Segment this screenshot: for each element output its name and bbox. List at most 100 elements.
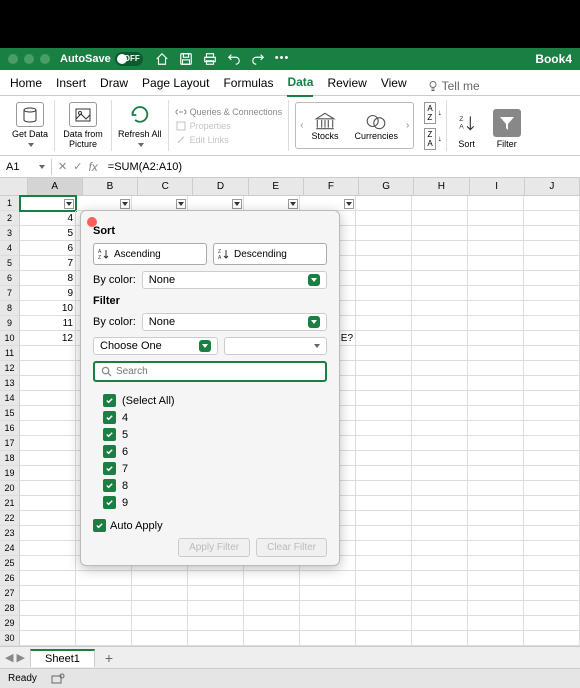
- cell[interactable]: [524, 556, 580, 571]
- cell[interactable]: [244, 571, 300, 586]
- cell[interactable]: [468, 391, 524, 406]
- cell[interactable]: [300, 571, 356, 586]
- confirm-icon[interactable]: ✓: [73, 160, 82, 173]
- row-header[interactable]: 3: [0, 226, 20, 241]
- cell[interactable]: [356, 526, 412, 541]
- row-header[interactable]: 5: [0, 256, 20, 271]
- filter-item[interactable]: 6: [103, 443, 327, 460]
- cell[interactable]: [356, 541, 412, 556]
- filter-item[interactable]: 8: [103, 477, 327, 494]
- cell[interactable]: [468, 526, 524, 541]
- cell[interactable]: [76, 631, 132, 646]
- cell[interactable]: [524, 226, 580, 241]
- cell[interactable]: [468, 541, 524, 556]
- cell[interactable]: [412, 211, 468, 226]
- sort-descending-button[interactable]: ZA Descending: [213, 243, 327, 265]
- cell[interactable]: [356, 391, 412, 406]
- get-data-button[interactable]: Get Data: [6, 100, 55, 151]
- more-icon[interactable]: •••: [275, 52, 290, 66]
- cell[interactable]: [20, 406, 76, 421]
- cell[interactable]: 7: [20, 256, 76, 271]
- cell[interactable]: [524, 316, 580, 331]
- record-macro-icon[interactable]: [51, 673, 65, 685]
- cell[interactable]: [76, 196, 132, 211]
- cell[interactable]: [412, 361, 468, 376]
- sort-color-select[interactable]: None: [142, 271, 327, 289]
- tab-data[interactable]: Data: [287, 75, 313, 97]
- cell[interactable]: [300, 601, 356, 616]
- cell[interactable]: [524, 346, 580, 361]
- row-header[interactable]: 2: [0, 211, 20, 226]
- cell[interactable]: [412, 586, 468, 601]
- home-icon[interactable]: [155, 52, 169, 66]
- cell[interactable]: [412, 511, 468, 526]
- cell[interactable]: [412, 286, 468, 301]
- col-header-a[interactable]: A: [28, 178, 83, 195]
- cell[interactable]: [244, 616, 300, 631]
- apply-filter-button[interactable]: Apply Filter: [178, 538, 250, 557]
- cell[interactable]: [356, 316, 412, 331]
- cell[interactable]: [20, 196, 76, 211]
- cell[interactable]: [468, 346, 524, 361]
- cell[interactable]: [412, 616, 468, 631]
- cell[interactable]: [20, 526, 76, 541]
- cell[interactable]: [356, 466, 412, 481]
- cell[interactable]: [524, 511, 580, 526]
- row-header[interactable]: 13: [0, 376, 20, 391]
- tab-home[interactable]: Home: [10, 76, 42, 96]
- properties-button[interactable]: Properties: [175, 120, 283, 132]
- cell[interactable]: [132, 601, 188, 616]
- window-controls[interactable]: [8, 54, 50, 64]
- cell[interactable]: [356, 601, 412, 616]
- cell[interactable]: [76, 571, 132, 586]
- row-header[interactable]: 14: [0, 391, 20, 406]
- cell[interactable]: [356, 271, 412, 286]
- cell[interactable]: [356, 331, 412, 346]
- cell[interactable]: [132, 586, 188, 601]
- cell[interactable]: [356, 346, 412, 361]
- cell[interactable]: [524, 601, 580, 616]
- cell[interactable]: [20, 361, 76, 376]
- cell[interactable]: [524, 586, 580, 601]
- col-header-e[interactable]: E: [249, 178, 304, 195]
- row-header[interactable]: 23: [0, 526, 20, 541]
- cell[interactable]: [356, 481, 412, 496]
- sheet-tab-1[interactable]: Sheet1: [30, 649, 95, 667]
- cell[interactable]: [244, 196, 300, 211]
- cell[interactable]: [188, 196, 244, 211]
- cell[interactable]: [20, 496, 76, 511]
- cell[interactable]: [188, 601, 244, 616]
- row-header[interactable]: 18: [0, 451, 20, 466]
- row-header[interactable]: 8: [0, 301, 20, 316]
- cell[interactable]: [412, 241, 468, 256]
- row-header[interactable]: 10: [0, 331, 20, 346]
- cell[interactable]: [356, 226, 412, 241]
- cell[interactable]: [524, 496, 580, 511]
- cell[interactable]: [412, 571, 468, 586]
- add-sheet-button[interactable]: +: [95, 650, 123, 666]
- cell[interactable]: [524, 451, 580, 466]
- filter-dropdown-icon[interactable]: [120, 199, 130, 209]
- row-header[interactable]: 16: [0, 421, 20, 436]
- cell[interactable]: [244, 601, 300, 616]
- row-header[interactable]: 20: [0, 481, 20, 496]
- cell[interactable]: [356, 196, 412, 211]
- cell[interactable]: [356, 616, 412, 631]
- filter-item[interactable]: 7: [103, 460, 327, 477]
- cell[interactable]: [20, 586, 76, 601]
- cell[interactable]: [468, 316, 524, 331]
- autosave-toggle[interactable]: AutoSave OFF: [60, 52, 143, 66]
- save-icon[interactable]: [179, 52, 193, 66]
- row-header[interactable]: 22: [0, 511, 20, 526]
- stocks-button[interactable]: Stocks: [303, 111, 346, 141]
- name-box[interactable]: A1: [0, 159, 52, 175]
- filter-item[interactable]: 5: [103, 426, 327, 443]
- scroll-right-icon[interactable]: ›: [406, 120, 409, 131]
- cell[interactable]: [468, 496, 524, 511]
- cell[interactable]: [356, 571, 412, 586]
- refresh-all-button[interactable]: Refresh All: [112, 100, 169, 151]
- cell[interactable]: [20, 631, 76, 646]
- cell[interactable]: [356, 376, 412, 391]
- filter-search-input[interactable]: [116, 366, 319, 377]
- cell[interactable]: [412, 256, 468, 271]
